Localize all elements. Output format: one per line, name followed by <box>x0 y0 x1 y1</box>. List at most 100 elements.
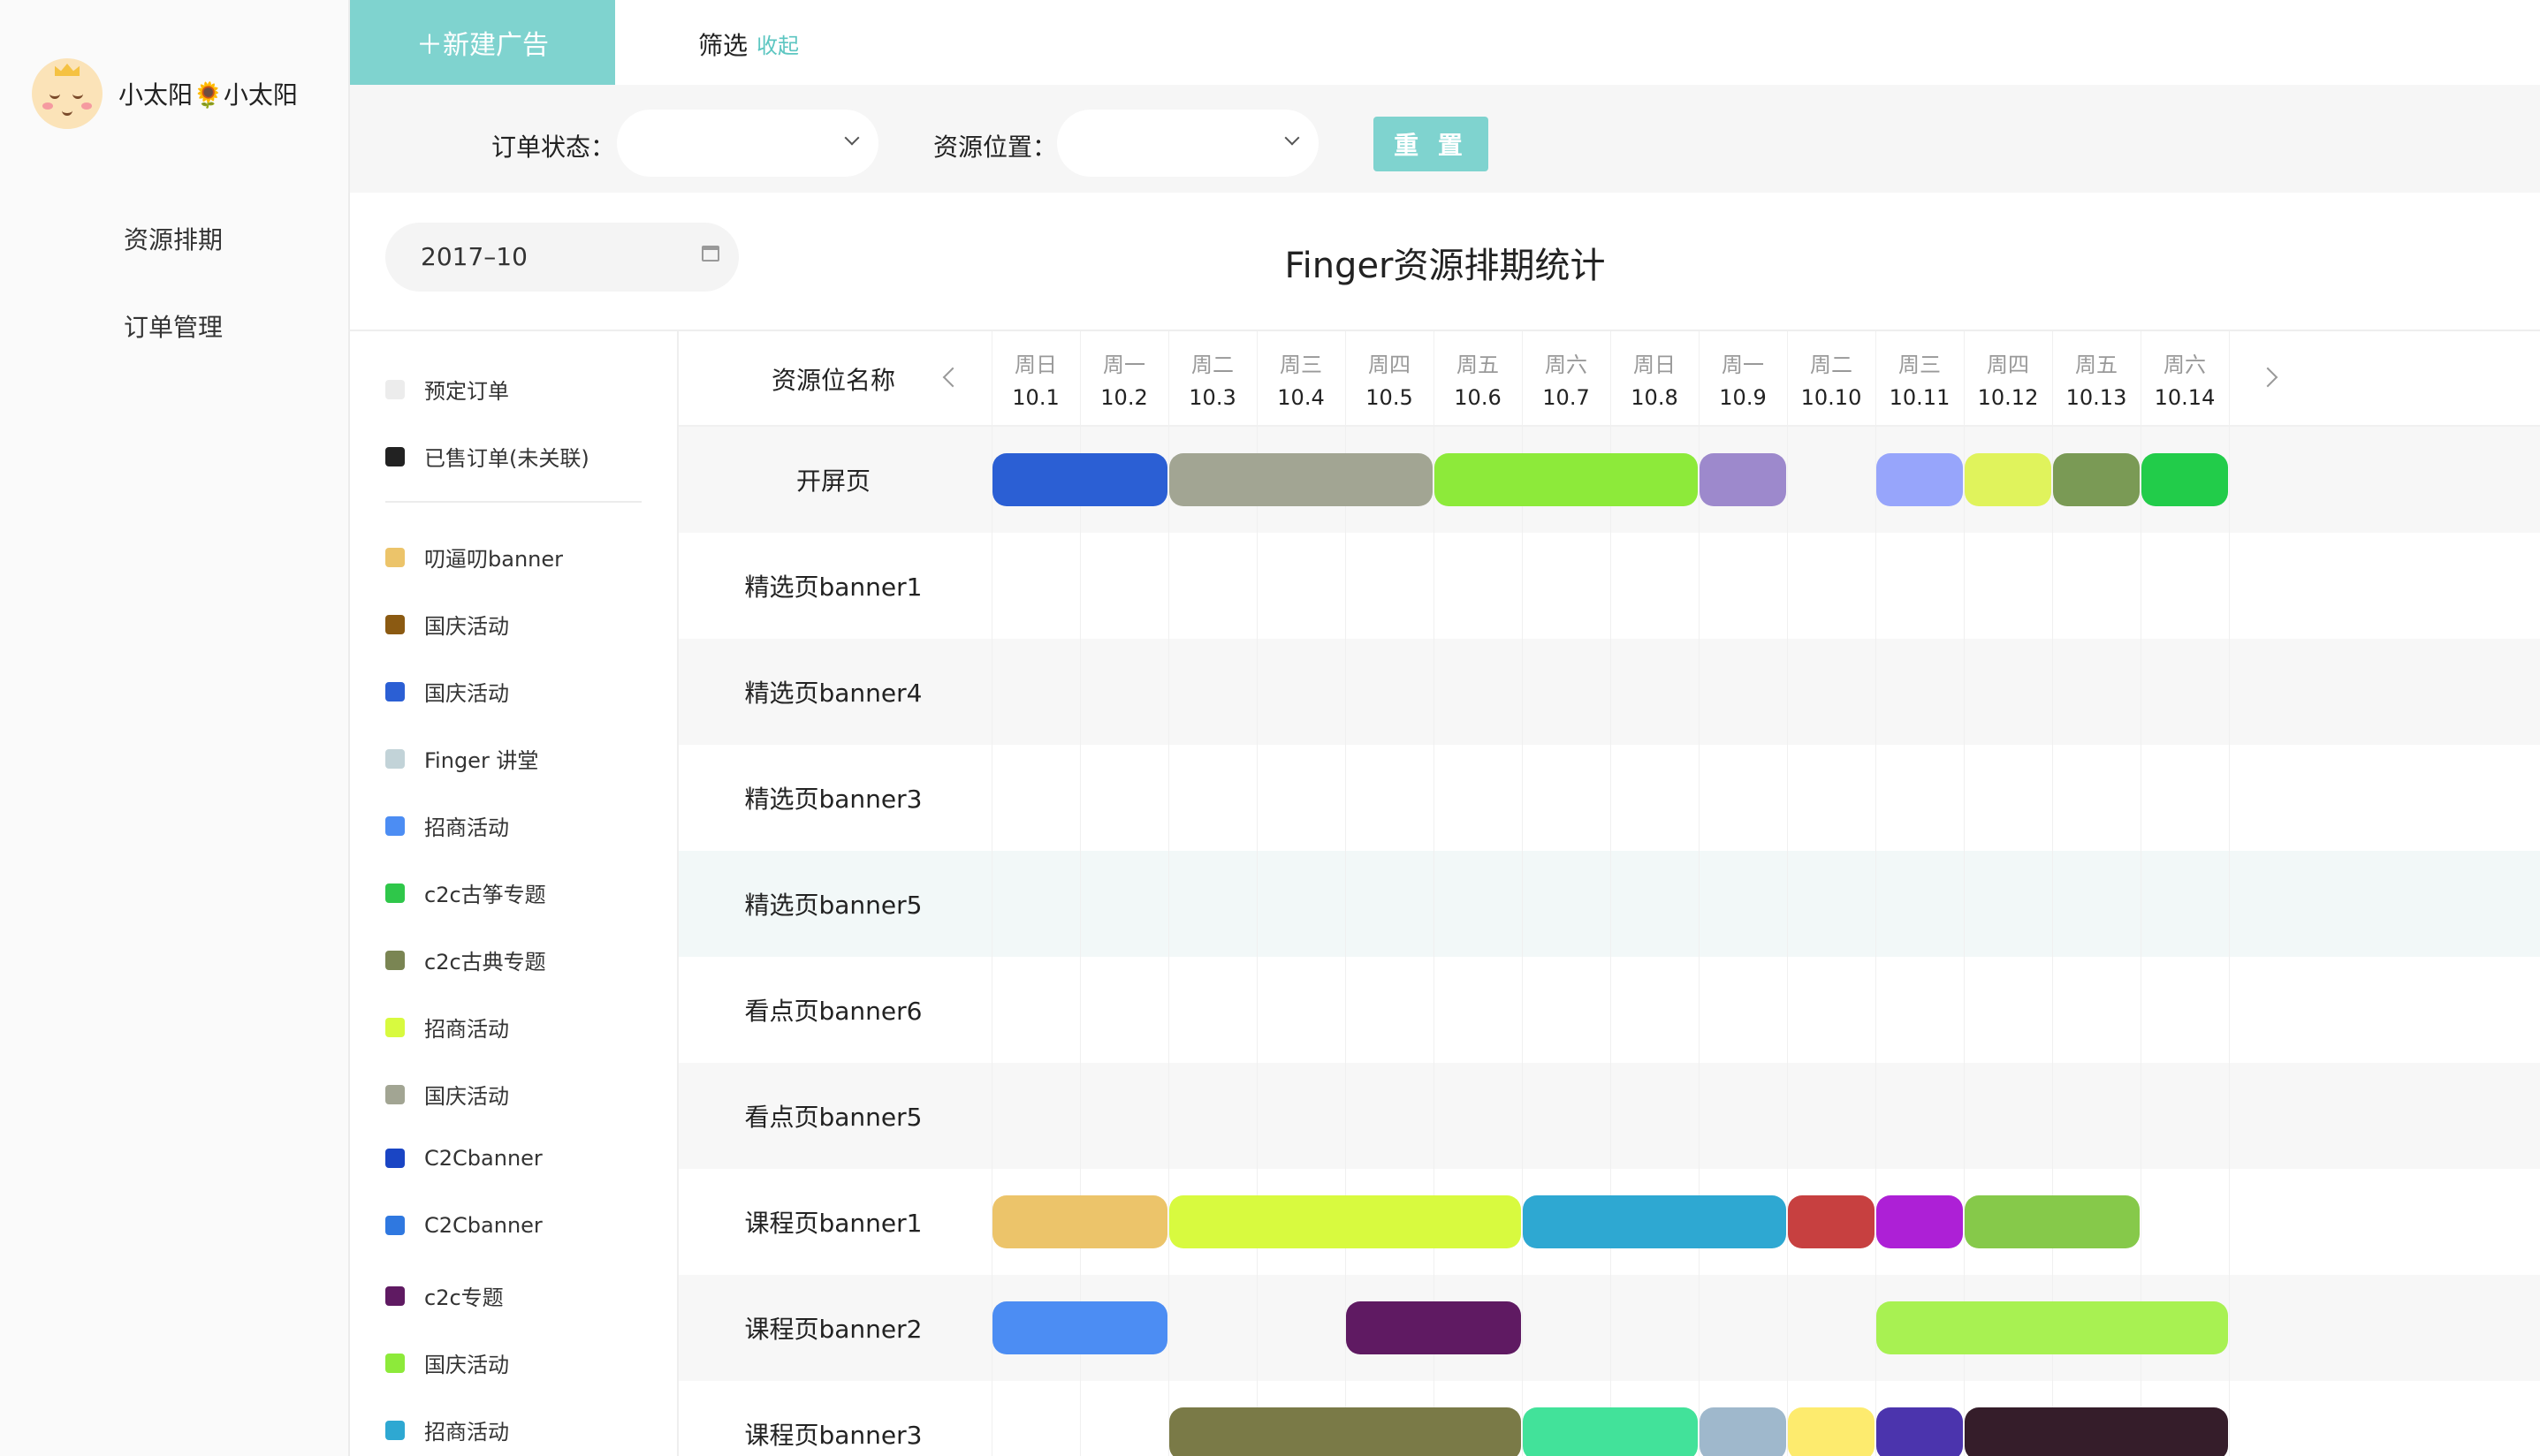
weekday-label: 周二 <box>1191 353 1234 377</box>
new-ad-button[interactable]: ＋新建广告 <box>350 0 615 85</box>
booking-bar[interactable] <box>1523 1407 1698 1456</box>
booking-bar[interactable] <box>992 1195 1167 1248</box>
month-picker-value: 2017–10 <box>421 242 528 271</box>
weekday-label: 周六 <box>2164 353 2206 377</box>
schedule-row: 精选页banner5 <box>679 851 2540 957</box>
legend-item: 招商活动 <box>385 1414 509 1445</box>
date-label: 10.13 <box>2065 385 2127 410</box>
position-select[interactable] <box>1057 110 1319 177</box>
weekday-label: 周日 <box>1633 353 1676 377</box>
booking-bar[interactable] <box>1788 1195 1875 1248</box>
day-column-line <box>1787 331 1788 1456</box>
legend-item: C2Cbanner <box>385 1213 543 1238</box>
weekday-label: 周日 <box>1015 353 1057 377</box>
day-header: 周四 10.12 <box>1964 347 2052 410</box>
day-header: 周六 10.7 <box>1522 347 1610 410</box>
date-label: 10.14 <box>2154 385 2216 410</box>
date-label: 10.1 <box>1012 385 1060 410</box>
booking-bar[interactable] <box>1876 1407 1963 1456</box>
booking-bar[interactable] <box>1876 1301 2228 1354</box>
legend: 预定订单 已售订单(未关联) 叨逼叨banner 国庆活动 国庆活动 Finger 讲堂招… <box>350 331 679 1456</box>
booking-bar[interactable] <box>992 1301 1167 1354</box>
legend-item: 国庆活动 <box>385 676 509 707</box>
user-profile[interactable]: 小太阳🌻小太阳 <box>32 58 298 129</box>
chevron-down-icon <box>844 130 860 146</box>
legend-item: 国庆活动 <box>385 609 509 640</box>
legend-label: 招商活动 <box>424 815 509 840</box>
booking-bar[interactable] <box>1876 1195 1963 1248</box>
legend-label: Finger 讲堂 <box>424 748 539 773</box>
legend-label: 叨逼叨banner <box>424 547 563 572</box>
booking-bar[interactable] <box>1788 1407 1875 1456</box>
booking-bar[interactable] <box>992 453 1167 506</box>
legend-label: C2Cbanner <box>424 1213 543 1238</box>
avatar-eye-left <box>49 92 60 99</box>
booking-bar[interactable] <box>1965 1407 2228 1456</box>
avatar[interactable] <box>32 58 103 129</box>
day-header: 周一 10.9 <box>1699 347 1787 410</box>
booking-bar[interactable] <box>1700 453 1786 506</box>
date-label: 10.12 <box>1977 385 2039 410</box>
booking-bar[interactable] <box>1346 1301 1521 1354</box>
legend-swatch <box>385 815 405 836</box>
resource-name: 课程页banner3 <box>744 1421 923 1450</box>
day-header: 周四 10.5 <box>1345 347 1434 410</box>
legend-label: c2c古筝专题 <box>424 883 546 907</box>
weekday-label: 周六 <box>1545 353 1587 377</box>
collapse-filter-link[interactable]: 收起 <box>757 28 799 59</box>
booking-bar[interactable] <box>1700 1407 1786 1456</box>
avatar-eye-right <box>72 92 83 99</box>
day-header: 周五 10.6 <box>1434 347 1522 410</box>
nav-item-orders[interactable]: 订单管理 <box>124 308 223 344</box>
booking-bar[interactable] <box>1876 453 1963 506</box>
booking-bar[interactable] <box>1169 1407 1521 1456</box>
legend-swatch <box>385 950 405 970</box>
booking-bar[interactable] <box>1169 1195 1521 1248</box>
booking-bar[interactable] <box>2141 453 2228 506</box>
booking-bar[interactable] <box>1965 1195 2140 1248</box>
page-title: Finger资源排期统计 <box>1284 246 1606 286</box>
legend-item: c2c专题 <box>385 1280 504 1311</box>
filter-label: 筛选 <box>698 31 749 60</box>
resource-name: 看点页banner6 <box>744 997 923 1026</box>
legend-label: 招商活动 <box>424 1017 509 1042</box>
day-header: 周六 10.14 <box>2141 347 2229 410</box>
date-label: 10.6 <box>1454 385 1502 410</box>
resource-name: 课程页banner1 <box>744 1209 923 1238</box>
order-status-select[interactable] <box>617 110 878 177</box>
chevron-down-icon <box>1284 130 1300 146</box>
booking-bar[interactable] <box>1169 453 1433 506</box>
booking-bar[interactable] <box>1434 453 1698 506</box>
legend-item: 预定订单 <box>385 374 509 405</box>
date-label: 10.3 <box>1189 385 1236 410</box>
username: 小太阳🌻小太阳 <box>118 80 298 110</box>
legend-item: c2c古筝专题 <box>385 877 546 908</box>
avatar-cheek-left <box>42 102 53 110</box>
legend-item: 叨逼叨banner <box>385 542 563 573</box>
booking-bar[interactable] <box>2053 453 2140 506</box>
resource-name: 精选页banner3 <box>744 785 923 814</box>
weekday-label: 周二 <box>1810 353 1852 377</box>
legend-label: 国庆活动 <box>424 681 509 706</box>
booking-bar[interactable] <box>1523 1195 1786 1248</box>
reset-button[interactable]: 重 置 <box>1373 117 1488 171</box>
schedule-grid: 资源位名称 周日 10.1 周一 10.2 周二 10.3 周三 10.4 周四 10.5 周五 10… <box>679 331 2540 1456</box>
day-header: 周日 10.1 <box>992 347 1080 410</box>
legend-label: 预定订单 <box>424 379 509 404</box>
legend-swatch <box>385 1285 405 1306</box>
resource-name: 开屏页 <box>795 466 871 496</box>
legend-swatch <box>385 379 405 399</box>
date-label: 10.5 <box>1365 385 1413 410</box>
legend-item: 招商活动 <box>385 1012 509 1043</box>
booking-bar[interactable] <box>1965 453 2051 506</box>
day-header: 周三 10.11 <box>1875 347 1964 410</box>
schedule-row: 精选页banner1 <box>679 533 2540 639</box>
legend-item: C2Cbanner <box>385 1146 543 1171</box>
day-column-line <box>2229 331 2230 1456</box>
nav-item-schedule[interactable]: 资源排期 <box>124 221 223 256</box>
day-header: 周二 10.10 <box>1787 347 1875 410</box>
month-picker[interactable]: 2017–10 <box>385 223 739 292</box>
chevron-right-icon[interactable] <box>2257 367 2278 388</box>
weekday-label: 周三 <box>1280 353 1322 377</box>
weekday-label: 周一 <box>1103 353 1145 377</box>
